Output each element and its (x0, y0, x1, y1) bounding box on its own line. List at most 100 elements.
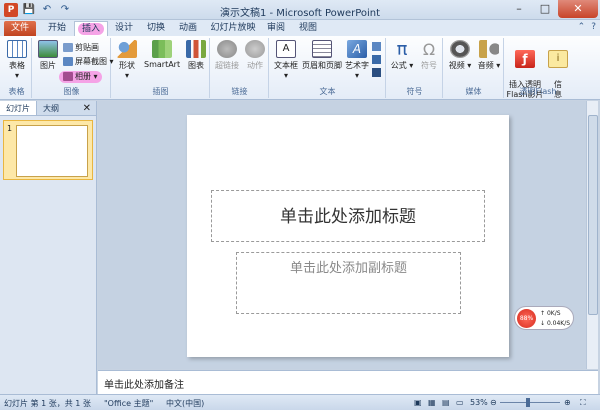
group-flash: ƒ 插入透明 Flash影片 i 信 息 透明Flash (505, 38, 571, 99)
screenshot-icon (63, 57, 73, 66)
tab-outline[interactable]: 大纲 (37, 101, 65, 115)
hyperlink-button[interactable]: 超链接 (213, 40, 241, 71)
maximize-button[interactable]: □ (532, 0, 558, 18)
screenshot-button[interactable]: 屏幕截图 ▾ (63, 56, 114, 68)
tab-insert-label: 插入 (77, 23, 104, 35)
tab-file[interactable]: 文件 (4, 21, 36, 36)
wordart-icon: A (347, 40, 367, 58)
group-illustrations: 形状 ▾ SmartArt 图表 插图 (112, 38, 210, 98)
fit-window-icon[interactable]: ⛶ (580, 398, 586, 408)
group-label-images: 图像 (63, 87, 80, 96)
smartart-icon (152, 40, 172, 58)
network-speed-widget[interactable]: 88% ↑ 0K/S ↓ 0.04K/S (514, 306, 574, 330)
scrollbar-thumb[interactable] (588, 115, 598, 315)
tab-animations[interactable]: 动画 (174, 21, 202, 36)
close-pane-icon[interactable]: ✕ (78, 101, 96, 115)
video-button[interactable]: 视频 ▾ (446, 40, 474, 71)
flash-icon: ƒ (515, 50, 535, 68)
upload-speed-value: 0K/S (546, 310, 561, 317)
subtitle-placeholder[interactable]: 单击此处添加副标题 (236, 252, 461, 314)
shapes-button[interactable]: 形状 ▾ (114, 40, 140, 80)
group-links: 超链接 动作 链接 (211, 38, 269, 98)
group-media: 视频 ▾ 音频 ▾ 媒体 (444, 38, 504, 98)
smartart-button[interactable]: SmartArt (144, 40, 180, 69)
group-label-media: 媒体 (465, 87, 482, 96)
zoom-out-icon[interactable]: ⊖ (490, 398, 497, 407)
action-button[interactable]: 动作 (243, 40, 267, 71)
vertical-scrollbar[interactable] (586, 101, 598, 369)
screenshot-label: 屏幕截图 (75, 57, 107, 66)
notes-pane[interactable]: 单击此处添加备注 (98, 370, 598, 394)
view-sorter-icon[interactable]: ▦ (428, 398, 436, 407)
zoom-level[interactable]: 53% (470, 398, 488, 407)
tab-view[interactable]: 视图 (294, 21, 322, 36)
close-button[interactable]: ✕ (558, 0, 598, 18)
tab-slides[interactable]: 幻灯片 (0, 101, 37, 115)
object-icon[interactable] (372, 68, 381, 77)
table-icon (7, 40, 27, 58)
textbox-label: 文本框 (274, 61, 298, 70)
smartart-label: SmartArt (144, 60, 181, 69)
video-label: 视频 (448, 61, 465, 70)
download-speed-value: 0.04K/S (546, 320, 571, 327)
tab-slideshow[interactable]: 幻灯片放映 (206, 21, 260, 36)
symbol-button[interactable]: Ω 符号 (417, 40, 441, 71)
tab-insert[interactable]: 插入 (74, 21, 108, 36)
header-footer-button[interactable]: 页眉和页脚 (302, 40, 342, 71)
pi-icon: π (396, 39, 408, 60)
clipart-button[interactable]: 剪贴画 (63, 42, 99, 54)
zoom-in-icon[interactable]: ⊕ (564, 398, 571, 407)
tab-transitions[interactable]: 切换 (142, 21, 170, 36)
equation-button[interactable]: π 公式 ▾ (389, 40, 415, 71)
chart-button[interactable]: 图表 (184, 40, 208, 71)
slide[interactable]: 单击此处添加标题 单击此处添加副标题 (187, 115, 509, 357)
picture-label: 图片 (40, 61, 56, 70)
textbox-icon: A (276, 40, 296, 58)
photo-album-button[interactable]: 相册 ▾ (59, 71, 102, 83)
tab-review[interactable]: 审阅 (262, 21, 290, 36)
slide-thumbnail (16, 125, 88, 177)
table-button[interactable]: 表格 ▾ (5, 40, 29, 80)
theme-name[interactable]: "Office 主题" (104, 398, 153, 409)
tab-design[interactable]: 设计 (110, 21, 138, 36)
minimize-ribbon-icon[interactable]: ⌃ (578, 22, 586, 32)
group-label-illustrations: 插图 (152, 87, 169, 96)
view-normal-icon[interactable]: ▣ (414, 398, 422, 407)
zoom-slider-thumb[interactable] (526, 398, 530, 407)
slide-thumbnail-selected[interactable]: 1 (3, 120, 93, 180)
zoom-slider[interactable] (500, 402, 560, 403)
photo-album-label: 相册 (75, 72, 91, 81)
wordart-label: 艺术字 (345, 61, 369, 70)
minimize-button[interactable]: – (506, 0, 532, 18)
datetime-icon[interactable] (372, 42, 381, 51)
language[interactable]: 中文(中国) (166, 398, 204, 409)
shapes-icon (117, 40, 137, 58)
picture-button[interactable]: 图片 (35, 40, 61, 71)
slide-thumbnail-number: 1 (7, 124, 13, 133)
group-label-flash: 透明Flash (519, 87, 557, 96)
group-tables: 表格 ▾ 表格 (2, 38, 32, 98)
title-placeholder[interactable]: 单击此处添加标题 (211, 190, 485, 242)
symbol-label: 符号 (421, 61, 437, 70)
slide-number-icon[interactable] (372, 55, 381, 64)
window-controls: – □ ✕ (506, 0, 598, 18)
slide-count: 幻灯片 第 1 张，共 1 张 (4, 399, 91, 408)
tab-home[interactable]: 开始 (42, 21, 72, 36)
photo-album-icon (63, 72, 73, 81)
clipart-icon (63, 43, 73, 52)
ribbon-tabs: 文件 开始 插入 设计 切换 动画 幻灯片放映 审阅 视图 ⌃ ? (0, 20, 600, 36)
textbox-button[interactable]: A 文本框 ▾ (272, 40, 300, 80)
wordart-button[interactable]: A 艺术字 ▾ (344, 40, 370, 80)
view-slideshow-icon[interactable]: ▭ (456, 398, 464, 407)
view-reading-icon[interactable]: ▤ (442, 398, 450, 407)
network-percent: 88% (517, 309, 536, 328)
chart-label: 图表 (188, 61, 204, 70)
help-icon[interactable]: ? (591, 22, 596, 32)
ribbon: 表格 ▾ 表格 图片 剪贴画 屏幕截图 ▾ 相册 ▾ 图像 形状 ▾ SmartAr… (0, 36, 600, 100)
picture-icon (38, 40, 58, 58)
pane-tabs: 幻灯片 大纲 ✕ (0, 101, 96, 116)
header-footer-label: 页眉和页脚 (302, 61, 342, 70)
audio-button[interactable]: 音频 ▾ (476, 40, 502, 71)
group-text: A 文本框 ▾ 页眉和页脚 A 艺术字 ▾ 文本 (270, 38, 386, 98)
shapes-label: 形状 (119, 61, 135, 70)
